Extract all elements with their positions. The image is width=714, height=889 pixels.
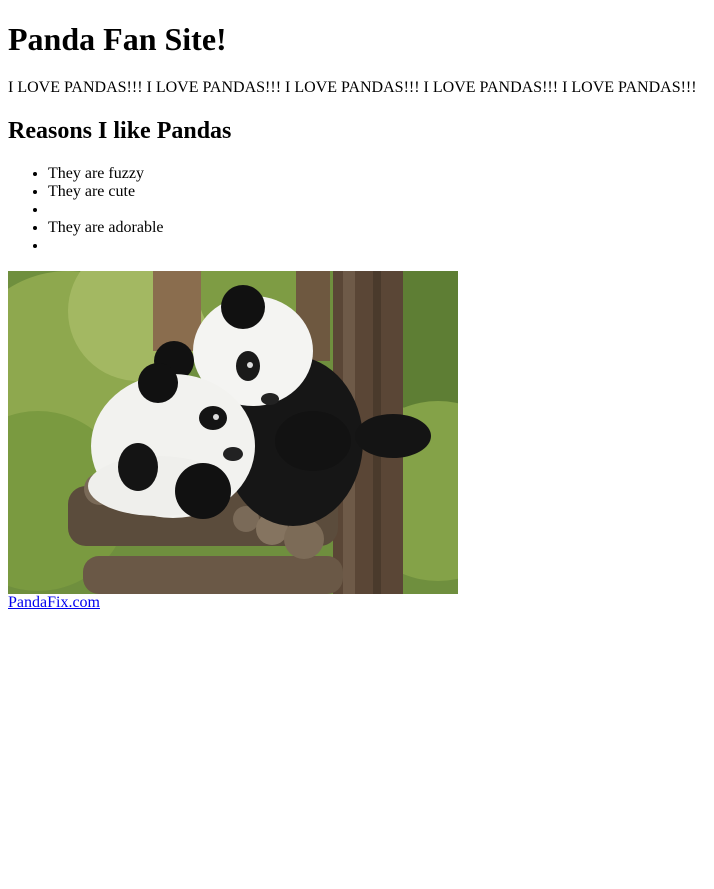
list-item: They are cute: [48, 183, 706, 201]
list-item: They are adorable: [48, 219, 706, 237]
reasons-list: They are fuzzy They are cute They are ad…: [8, 165, 706, 255]
panda-photo: [8, 271, 458, 594]
love-text: I LOVE PANDAS!!! I LOVE PANDAS!!! I LOVE…: [8, 79, 697, 96]
list-item: They are fuzzy: [48, 165, 706, 183]
page-body: Panda Fan Site! I LOVE PANDAS!!! I LOVE …: [0, 21, 714, 612]
list-item: [48, 237, 706, 255]
list-item: [48, 201, 706, 219]
page-title: Panda Fan Site!: [8, 21, 227, 57]
reasons-heading: Reasons I like Pandas: [8, 118, 232, 144]
pandafix-link[interactable]: PandaFix.com: [8, 594, 100, 612]
